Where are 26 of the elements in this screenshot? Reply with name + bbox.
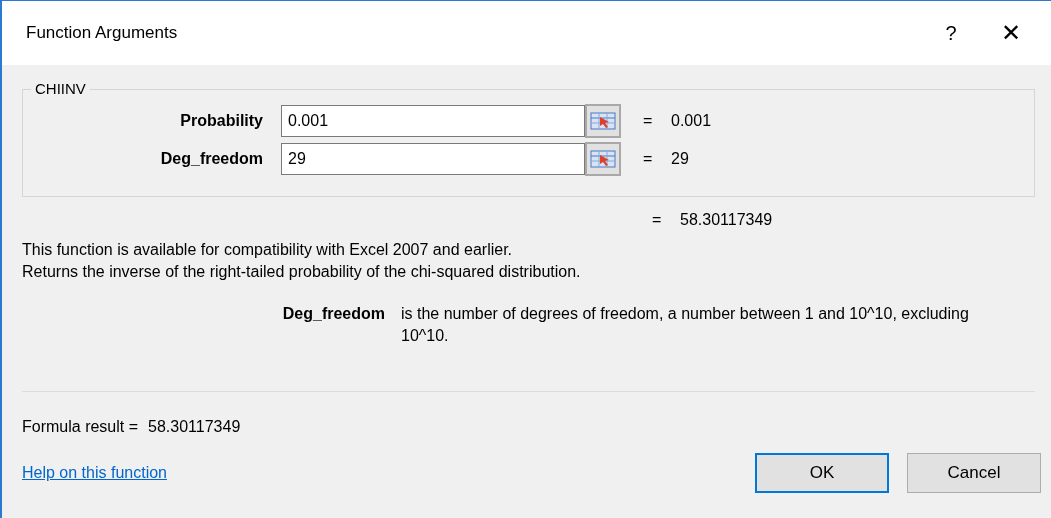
equals-sign: =: [643, 150, 654, 168]
argument-label: Deg_freedom: [159, 150, 264, 168]
formula-result-value: 58.30117349: [148, 418, 241, 436]
argument-value: 0.001: [671, 112, 712, 130]
ok-button[interactable]: OK: [755, 453, 889, 493]
argument-value: 29: [671, 150, 689, 168]
equals-sign: =: [643, 112, 654, 130]
argument-help-label: Deg_freedom: [281, 304, 386, 324]
argument-field[interactable]: 0.001: [281, 105, 585, 137]
formula-result-label: Formula result =: [22, 418, 139, 436]
collapse-dialog-button[interactable]: [585, 104, 621, 138]
help-link[interactable]: Help on this function: [22, 464, 755, 482]
cell-reference-icon: [590, 149, 616, 169]
argument-label: Probability: [179, 112, 264, 130]
function-result: 58.30117349: [680, 211, 773, 230]
help-button[interactable]: ?: [921, 8, 981, 58]
cell-reference-icon: [590, 111, 616, 131]
collapse-dialog-button[interactable]: [585, 142, 621, 176]
description-text: This function is available for compatibility with Excel 2007 and earlier.: [22, 240, 514, 260]
description-text: Returns the inverse of the right-tailed probability of the chi-squared distribution.: [22, 262, 582, 282]
cancel-button[interactable]: Cancel: [907, 453, 1041, 493]
argument-help-text: is the number of degrees of freedom, a number between 1 and 10^10, excluding 10^10.: [401, 304, 970, 346]
argument-field[interactable]: 29: [281, 143, 585, 175]
close-button[interactable]: ✕: [981, 8, 1041, 58]
equals-sign: =: [652, 211, 663, 230]
window-title: Function Arguments: [26, 23, 179, 43]
